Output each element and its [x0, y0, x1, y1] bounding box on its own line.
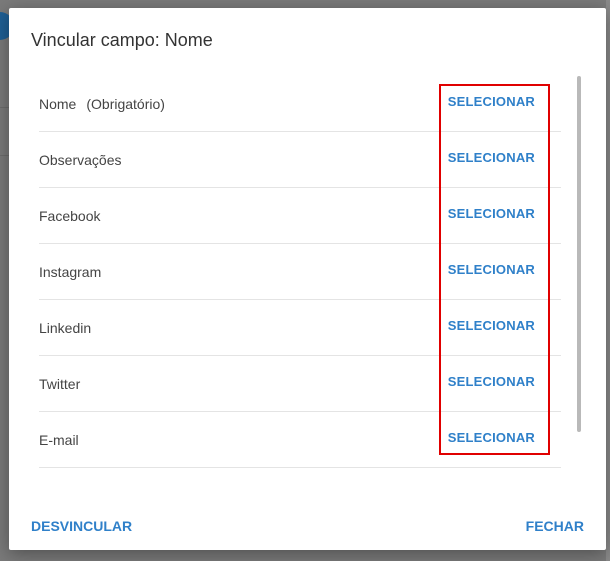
dialog-title: Vincular campo: Nome — [31, 30, 213, 50]
field-label: Facebook — [39, 208, 101, 224]
field-row-email: E-mail SELECIONAR — [39, 412, 561, 468]
scrollbar-thumb[interactable] — [577, 76, 581, 432]
required-note: (Obrigatório) — [86, 96, 165, 112]
select-button-instagram[interactable]: SELECIONAR — [448, 262, 535, 277]
field-row-linkedin: Linkedin SELECIONAR — [39, 300, 561, 356]
field-row-facebook: Facebook SELECIONAR — [39, 188, 561, 244]
field-row-observacoes: Observações SELECIONAR — [39, 132, 561, 188]
field-label: E-mail — [39, 432, 79, 448]
close-button[interactable]: FECHAR — [526, 518, 584, 534]
select-button-linkedin[interactable]: SELECIONAR — [448, 318, 535, 333]
select-button-observacoes[interactable]: SELECIONAR — [448, 150, 535, 165]
select-button-facebook[interactable]: SELECIONAR — [448, 206, 535, 221]
link-field-dialog: Vincular campo: Nome Nome (Obrigatório) S… — [9, 8, 606, 550]
background-edge — [606, 0, 610, 561]
field-label: Instagram — [39, 264, 102, 280]
field-label: Twitter — [39, 376, 81, 392]
field-row-twitter: Twitter SELECIONAR — [39, 356, 561, 412]
field-row-instagram: Instagram SELECIONAR — [39, 244, 561, 300]
select-button-nome[interactable]: SELECIONAR — [448, 94, 535, 109]
field-label: Linkedin — [39, 320, 92, 336]
field-row-nome: Nome (Obrigatório) SELECIONAR — [39, 76, 561, 132]
select-button-twitter[interactable]: SELECIONAR — [448, 374, 535, 389]
unlink-button[interactable]: DESVINCULAR — [31, 518, 132, 534]
field-label: Observações — [39, 152, 122, 168]
field-list: Nome (Obrigatório) SELECIONAR Observações… — [39, 76, 561, 476]
field-label: Nome (Obrigatório) — [39, 96, 165, 112]
select-button-email[interactable]: SELECIONAR — [448, 430, 535, 445]
